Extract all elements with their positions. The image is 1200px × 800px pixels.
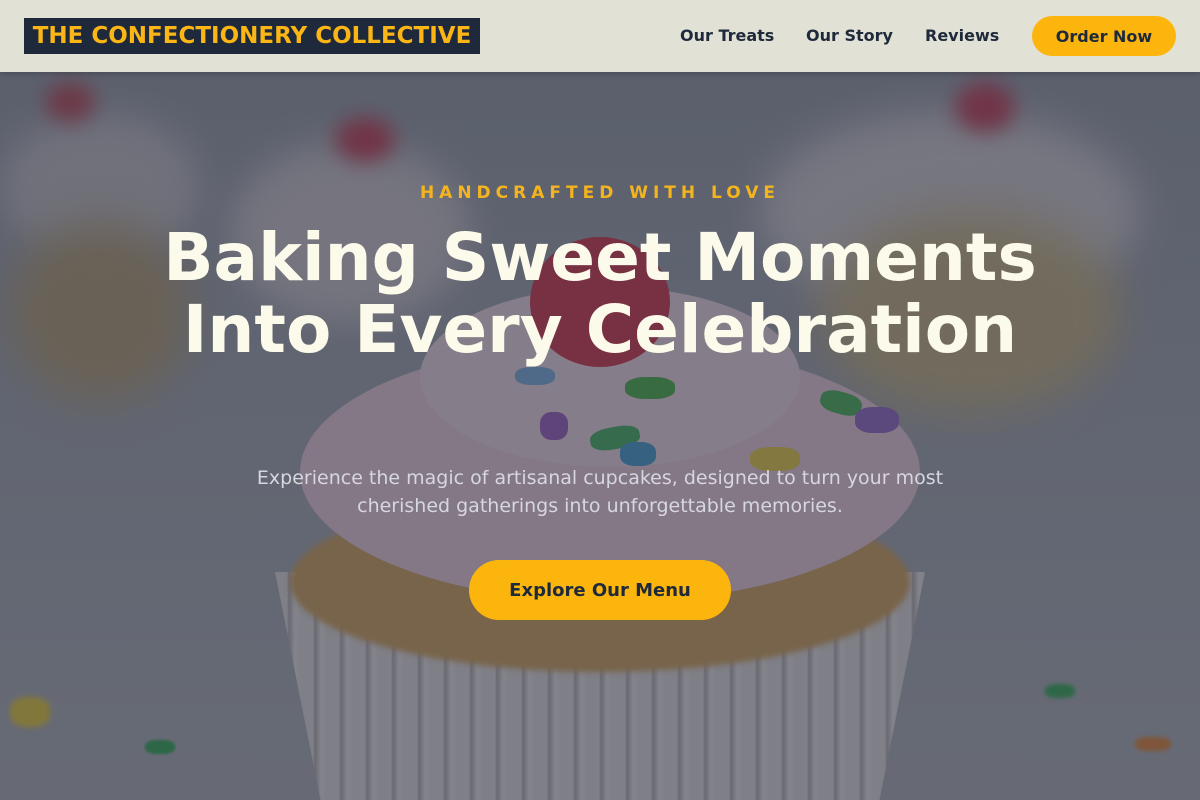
hero-section — [0, 72, 1200, 800]
hero-dark-overlay — [0, 72, 1200, 800]
nav-link-reviews[interactable]: Reviews — [925, 24, 999, 48]
site-header: THE CONFECTIONERY COLLECTIVE Our Treats … — [0, 0, 1200, 72]
hero-subtitle: Experience the magic of artisanal cupcak… — [256, 467, 944, 517]
brand-logo[interactable]: THE CONFECTIONERY COLLECTIVE — [24, 18, 480, 54]
hero-headline: Baking Sweet Moments Into Every Celebrat… — [163, 219, 1037, 368]
explore-menu-button[interactable]: Explore Our Menu — [469, 560, 731, 620]
nav-link-our-story[interactable]: Our Story — [806, 24, 893, 48]
hero-kicker: HANDCRAFTED WITH LOVE — [419, 183, 781, 203]
nav-link-our-treats[interactable]: Our Treats — [680, 24, 774, 48]
order-now-button[interactable]: Order Now — [1032, 16, 1176, 56]
brand-logo-text: THE CONFECTIONERY COLLECTIVE — [32, 23, 472, 49]
